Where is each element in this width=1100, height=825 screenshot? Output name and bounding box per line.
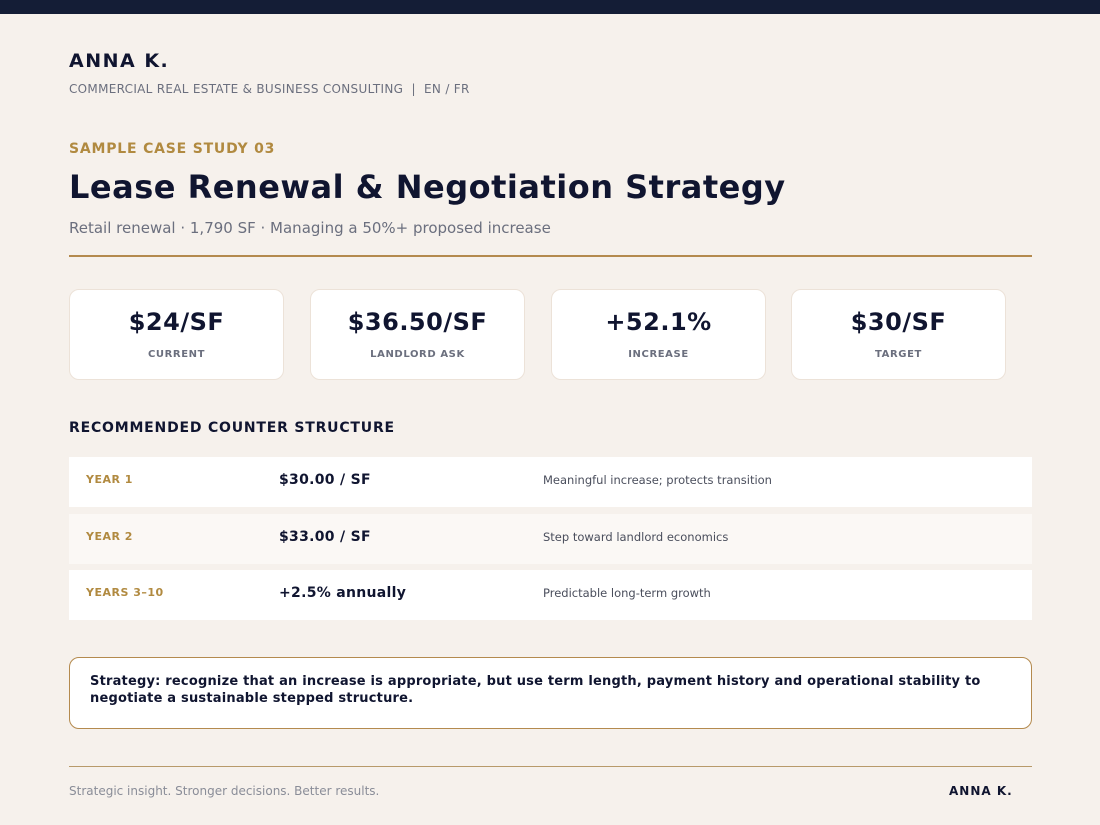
top-bar xyxy=(0,0,1100,14)
row-rate: $33.00 / SF xyxy=(279,529,371,545)
stat-card-current: $24/SF CURRENT xyxy=(69,289,284,380)
brand-tagline: COMMERCIAL REAL ESTATE & BUSINESS CONSUL… xyxy=(69,82,470,96)
row-rate: $30.00 / SF xyxy=(279,472,371,488)
stat-label: LANDLORD ASK xyxy=(370,349,465,360)
footer-divider xyxy=(69,766,1032,767)
stat-card-landlord-ask: $36.50/SF LANDLORD ASK xyxy=(310,289,525,380)
stat-card-target: $30/SF TARGET xyxy=(791,289,1006,380)
stat-card-increase: +52.1% INCREASE xyxy=(551,289,766,380)
row-period: YEARS 3–10 xyxy=(86,586,164,599)
stat-value: $30/SF xyxy=(850,308,947,336)
row-period: YEAR 1 xyxy=(86,473,133,486)
table-row: YEAR 2 $33.00 / SF Step toward landlord … xyxy=(69,514,1032,564)
brand-name: ANNA K. xyxy=(69,50,170,72)
strategy-callout: Strategy: recognize that an increase is … xyxy=(69,657,1032,729)
stat-value: $36.50/SF xyxy=(347,308,488,336)
row-note: Meaningful increase; protects transition xyxy=(543,473,772,487)
page-subtitle: Retail renewal · 1,790 SF · Managing a 5… xyxy=(69,219,551,237)
page-title: Lease Renewal & Negotiation Strategy xyxy=(69,168,786,206)
table-row: YEAR 1 $30.00 / SF Meaningful increase; … xyxy=(69,457,1032,507)
stat-value: $24/SF xyxy=(128,308,225,336)
table-row: YEARS 3–10 +2.5% annually Predictable lo… xyxy=(69,570,1032,620)
row-note: Step toward landlord economics xyxy=(543,530,729,544)
counter-structure-heading: RECOMMENDED COUNTER STRUCTURE xyxy=(69,420,395,436)
stat-label: CURRENT xyxy=(147,349,206,360)
stat-cards: $24/SF CURRENT $36.50/SF LANDLORD ASK +5… xyxy=(69,289,1009,382)
row-period: YEAR 2 xyxy=(86,530,133,543)
case-study-eyebrow: SAMPLE CASE STUDY 03 xyxy=(69,141,276,157)
title-divider xyxy=(69,255,1032,257)
stat-value: +52.1% xyxy=(605,308,712,336)
row-note: Predictable long-term growth xyxy=(543,586,711,600)
stat-label: TARGET xyxy=(875,349,922,360)
footer-brand: ANNA K. xyxy=(949,784,1013,798)
row-rate: +2.5% annually xyxy=(279,585,407,601)
footer-slogan: Strategic insight. Stronger decisions. B… xyxy=(69,784,380,798)
stat-label: INCREASE xyxy=(628,349,689,360)
